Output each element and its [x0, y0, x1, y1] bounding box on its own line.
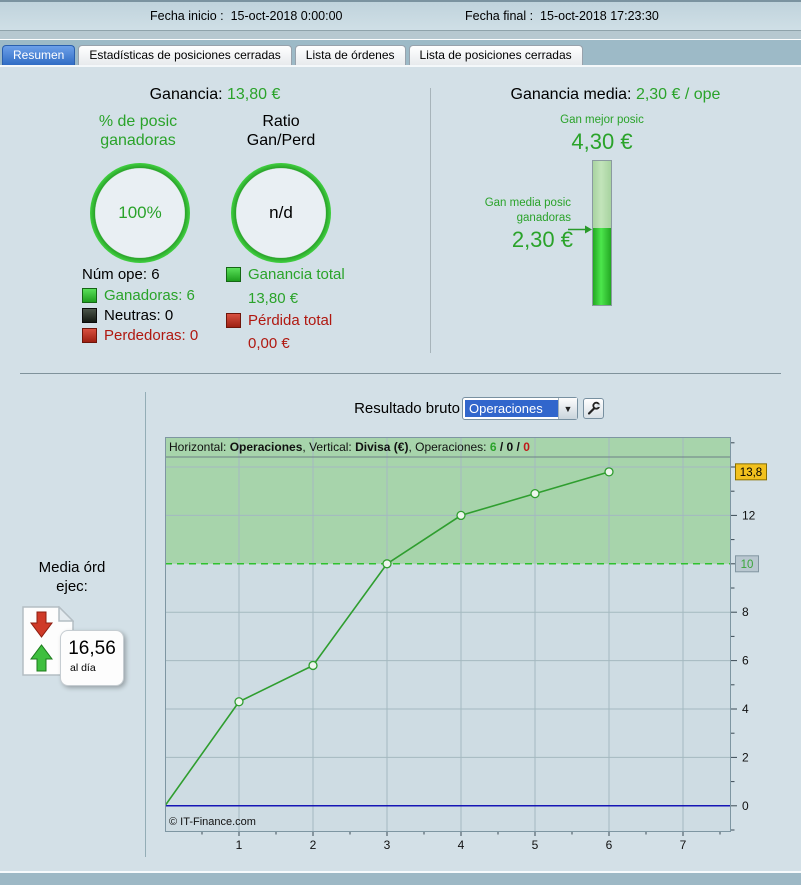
green-swatch-icon	[226, 267, 241, 282]
tab-resumen[interactable]: Resumen	[2, 45, 76, 65]
y-axis-label: 2	[742, 750, 749, 764]
equity-curve-chart: 02468121013,81 2 3 4 5 6 7© IT-Finance.comHori…	[165, 437, 767, 852]
ganancia-total-value: 13,80 €	[248, 290, 299, 307]
fecha-inicio-label: Fecha inicio :	[150, 9, 231, 23]
chart-settings-button[interactable]	[583, 398, 604, 419]
gan-media-posic-label: Gan media posic ganadoras	[484, 197, 571, 224]
black-swatch-icon	[82, 308, 97, 323]
data-point	[382, 559, 392, 569]
legend-perdedoras: Perdedoras: 0	[82, 327, 198, 344]
resultado-dropdown[interactable]: Operaciones ▼	[462, 397, 578, 420]
green-swatch-icon	[82, 288, 97, 303]
tab-bar: Resumen Estadísticas de posiciones cerra…	[0, 40, 801, 67]
backtest-report-window: Fecha inicio : 15-oct-2018 0:00:00 Fecha…	[0, 0, 801, 885]
donut-pct-title: % de posic ganadoras	[98, 113, 178, 149]
gan-mejor-posic-label: Gan mejor posic	[560, 114, 644, 126]
tab-estadisticas[interactable]: Estadísticas de posiciones cerradas	[78, 45, 292, 65]
ganancia-total-row: Ganancia total	[226, 266, 345, 283]
section-divider	[20, 373, 781, 374]
ganancia-title: Ganancia: 13,80 €	[0, 86, 430, 104]
svg-text:10: 10	[741, 559, 754, 571]
x-axis-label: 3	[384, 838, 391, 852]
y-axis-label: 8	[742, 605, 749, 619]
num-ope: Núm ope: 6	[82, 266, 160, 283]
x-axis-label: 2	[310, 838, 317, 852]
x-axis-label: 6	[606, 838, 613, 852]
media-ord-ejec-label: Media órd ejec:	[38, 559, 106, 595]
ganancia-media-title: Ganancia media: 2,30 € / ope	[510, 86, 721, 103]
fecha-final-value: 15-oct-2018 17:23:30	[540, 9, 659, 23]
x-axis-label: 1	[236, 838, 243, 852]
wrench-icon	[587, 401, 601, 415]
gan-mejor-posic-value: 4,30 €	[571, 129, 633, 154]
orders-per-day-unit: al día	[70, 662, 96, 674]
gain-gauge-bar	[592, 160, 612, 306]
watermark: © IT-Finance.com	[169, 816, 256, 828]
ganancia-value: 13,80 €	[227, 86, 281, 103]
tab-lista-ordenes[interactable]: Lista de órdenes	[294, 45, 406, 65]
profit-band	[165, 437, 731, 564]
red-swatch-icon	[82, 328, 97, 343]
svg-text:13,8: 13,8	[740, 467, 762, 479]
gauge-upper-segment	[593, 161, 611, 228]
legend-neutras: Neutras: 0	[82, 307, 173, 324]
x-axis-label: 5	[532, 838, 539, 852]
chevron-down-icon[interactable]: ▼	[558, 398, 577, 419]
resultado-dropdown-value[interactable]: Operaciones	[465, 400, 558, 417]
winning-positions-donut: 100%	[90, 163, 190, 263]
data-point	[530, 488, 540, 499]
fecha-inicio-value: 15-oct-2018 0:00:00	[230, 9, 343, 23]
fecha-inicio: Fecha inicio : 15-oct-2018 0:00:00	[150, 9, 342, 23]
orders-per-day-value: 16,56	[68, 638, 116, 659]
fecha-final: Fecha final : 15-oct-2018 17:23:30	[465, 9, 659, 23]
gain-loss-ratio-donut: n/d	[231, 163, 331, 263]
tab-lista-posiciones[interactable]: Lista de posiciones cerradas	[408, 45, 583, 65]
data-point	[604, 467, 614, 477]
data-point	[456, 510, 466, 521]
y-axis-label: 4	[742, 702, 749, 716]
chart-left-divider	[145, 392, 146, 857]
red-swatch-icon	[226, 313, 241, 328]
y-axis-label: 12	[742, 508, 756, 522]
x-axis-label: 7	[680, 838, 687, 852]
data-point	[234, 697, 244, 707]
data-point	[308, 660, 318, 671]
gain-loss-ratio-value: n/d	[269, 203, 293, 222]
gauge-lower-segment	[593, 227, 611, 305]
chart-info-text: Horizontal: Operaciones, Vertical: Divis…	[169, 440, 530, 454]
winning-positions-pct: 100%	[118, 203, 162, 222]
footer-bar	[0, 871, 801, 885]
orders-per-day-box: 16,56 al día	[60, 630, 124, 686]
resultado-bruto-label: Resultado bruto	[354, 400, 460, 417]
fecha-final-label: Fecha final :	[465, 9, 541, 23]
header-divider-band	[0, 30, 801, 40]
date-range-header: Fecha inicio : 15-oct-2018 0:00:00 Fecha…	[0, 2, 801, 30]
x-axis-label: 4	[458, 838, 465, 852]
perdida-total-value: 0,00 €	[248, 335, 290, 352]
gan-media-posic-value: 2,30 €	[511, 227, 573, 252]
ganancia-label: Ganancia:	[149, 86, 227, 103]
donut-ratio-title: Ratio Gan/Perd	[246, 113, 316, 149]
perdida-total-row: Pérdida total	[226, 312, 332, 329]
legend-ganadoras: Ganadoras: 6	[82, 287, 195, 304]
y-axis-label: 0	[742, 799, 749, 813]
y-axis-label: 6	[742, 654, 749, 668]
